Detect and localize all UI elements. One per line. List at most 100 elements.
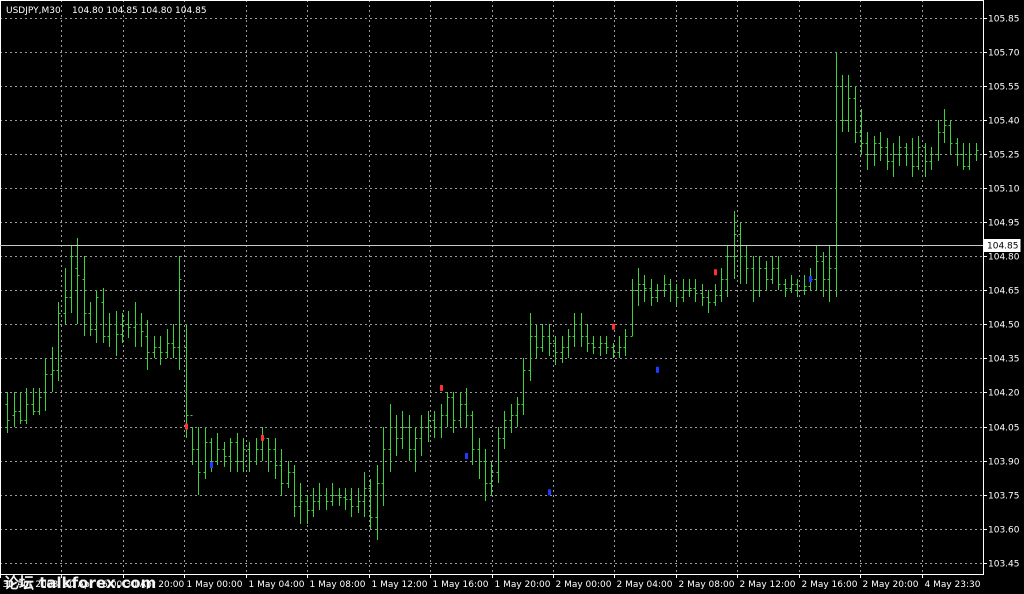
ohlc-bar xyxy=(662,275,667,297)
ohlc-bar xyxy=(317,483,322,510)
y-tick-label: 105.10 xyxy=(988,185,1020,195)
ohlc-bar xyxy=(910,138,915,177)
ohlc-bar xyxy=(649,279,654,306)
ohlc-bar xyxy=(483,449,488,501)
ohlc-bar xyxy=(266,438,271,472)
buy-signal-mark xyxy=(548,489,551,496)
ohlc-bar xyxy=(846,75,851,132)
ohlc-bar xyxy=(56,302,61,381)
ohlc-bar xyxy=(247,442,252,472)
ohlc-bar xyxy=(623,329,628,356)
ohlc-bar xyxy=(496,427,501,483)
y-tick-label: 105.70 xyxy=(988,49,1020,59)
y-tick-label: 104.95 xyxy=(988,219,1020,229)
buy-signal-mark xyxy=(809,276,812,283)
ohlc-bar xyxy=(566,329,571,358)
ohlc-bar xyxy=(298,483,303,524)
ohlc-bar xyxy=(400,411,405,449)
ohlc-bar xyxy=(967,143,972,170)
ohlc-bar xyxy=(235,433,240,472)
ohlc-bar xyxy=(133,302,138,347)
ohlc-bar xyxy=(974,143,979,161)
ohlc-bar xyxy=(891,143,896,177)
ohlc-bar xyxy=(375,465,380,540)
ohlc-bar xyxy=(942,109,947,143)
x-tick-label: 2 May 20:00 xyxy=(863,580,919,590)
x-tick-label: 1 May 00:00 xyxy=(187,580,243,590)
ohlc-bar xyxy=(936,120,941,161)
ohlc-bar xyxy=(439,404,444,438)
ohlc-bar xyxy=(292,465,297,517)
ohlc-bar xyxy=(744,245,749,284)
ohlc-bar xyxy=(31,388,36,415)
ohlc-bar xyxy=(458,392,463,427)
ohlc-bar xyxy=(668,279,673,302)
chart-window[interactable]: 105.85 105.70 105.55 105.40 105.25 105.10 104.… xyxy=(0,0,1024,594)
y-tick-label: 104.05 xyxy=(988,424,1020,434)
ohlc-bar xyxy=(706,290,711,313)
ohlc-bar xyxy=(528,313,533,381)
ohlc-bar xyxy=(165,329,170,358)
ohlc-bar xyxy=(273,438,278,479)
ohlc-bar xyxy=(814,245,819,290)
ohlc-bar xyxy=(362,472,367,517)
y-tick-label: 105.40 xyxy=(988,117,1020,127)
ohlc-bar xyxy=(5,392,10,433)
ohlc-bar xyxy=(101,288,106,343)
ohlc-bar xyxy=(254,438,259,465)
ohlc-bar xyxy=(177,256,182,370)
ohlc-bar xyxy=(381,427,386,506)
ohlc-bar xyxy=(502,411,507,449)
y-tick-label: 103.60 xyxy=(988,526,1020,536)
ohlc-bar xyxy=(840,75,845,132)
ohlc-bar xyxy=(88,302,93,336)
ohlc-bar xyxy=(655,284,660,302)
ohlc-bar xyxy=(719,268,724,302)
ohlc-bar xyxy=(872,136,877,166)
ohlc-bar xyxy=(521,358,526,415)
y-tick-label: 104.50 xyxy=(988,321,1020,331)
ohlc-bar xyxy=(69,245,74,313)
ohlc-bar xyxy=(547,324,552,356)
y-tick-label: 105.55 xyxy=(988,83,1020,93)
ohlc-bar xyxy=(419,415,424,456)
ohlc-bar xyxy=(802,275,807,295)
x-tick-label: 2 May 12:00 xyxy=(740,580,796,590)
ohlc-bar xyxy=(190,415,195,465)
ohlc-bar xyxy=(916,136,921,170)
ohlc-bar xyxy=(579,313,584,347)
ohlc-bar xyxy=(445,392,450,427)
ohlc-bar xyxy=(617,336,622,358)
ohlc-bar xyxy=(821,252,826,297)
ohlc-bar xyxy=(591,336,596,354)
symbol-label: USDJPY,M30 xyxy=(6,6,61,16)
ohlc-bar xyxy=(222,442,227,467)
ohlc-bar xyxy=(923,143,928,177)
ohlc-bar xyxy=(152,336,157,358)
ohlc-bar xyxy=(464,388,469,427)
current-price-label: 104.85 xyxy=(987,242,1019,252)
y-tick-label: 103.90 xyxy=(988,458,1020,468)
ohlc-bar xyxy=(279,449,284,495)
ohlc-bar xyxy=(738,222,743,284)
sell-signal-mark xyxy=(714,269,717,276)
price-chart[interactable]: 105.85 105.70 105.55 105.40 105.25 105.10 104.… xyxy=(0,0,1024,594)
ohlc-bar xyxy=(783,279,788,297)
ohlc-bar xyxy=(145,320,150,370)
ohlc-bar xyxy=(18,392,23,424)
ohlc-bar xyxy=(107,313,112,347)
ohlc-bar xyxy=(955,138,960,166)
ohlc-bar xyxy=(853,86,858,143)
ohlc-bar xyxy=(432,411,437,438)
x-tick-label: 4 May 23:30 xyxy=(925,580,981,590)
ohlc-bar xyxy=(961,143,966,170)
ohlc-bar xyxy=(158,336,163,365)
ohlc-bar xyxy=(12,392,17,427)
ohlc-bar xyxy=(413,427,418,472)
ohlc-bar xyxy=(630,279,635,337)
ohlc-bar xyxy=(674,284,679,306)
x-tick-label: 1 May 04:00 xyxy=(249,580,305,590)
price-axis[interactable]: 105.85 105.70 105.55 105.40 105.25 105.10 104.… xyxy=(983,15,1020,570)
x-tick-label: 2 May 08:00 xyxy=(679,580,735,590)
x-tick-label: 1 May 08:00 xyxy=(310,580,366,590)
